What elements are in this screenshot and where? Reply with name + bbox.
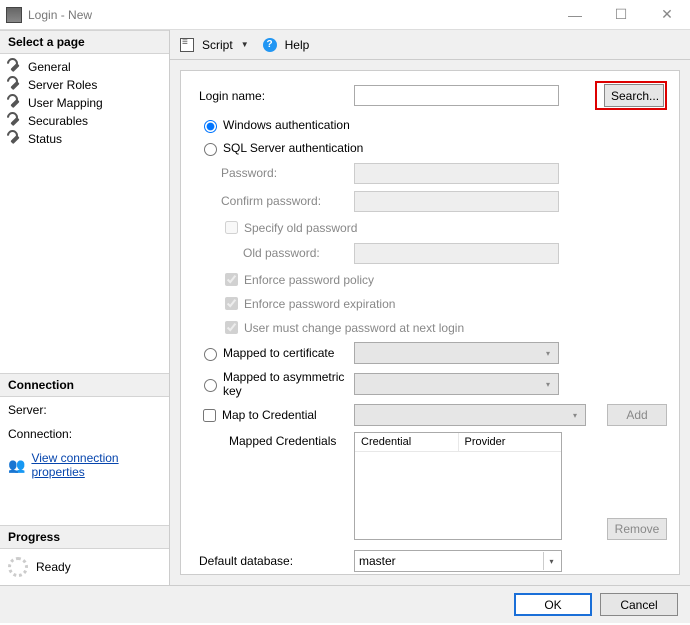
content-toolbar: Script ▼ ? Help <box>170 30 690 60</box>
app-icon <box>6 7 22 23</box>
sidebar-item-label: Securables <box>28 114 88 128</box>
login-name-label: Login name: <box>199 89 354 103</box>
mapped-to-asym-key-radio[interactable]: Mapped to asymmetric key <box>199 370 354 398</box>
chevron-down-icon: ▾ <box>567 406 583 424</box>
password-input <box>354 163 559 184</box>
persons-icon: 👥 <box>8 457 25 474</box>
server-label: Server: <box>8 403 161 417</box>
sidebar-item-server-roles[interactable]: Server Roles <box>0 76 169 94</box>
sql-auth-radio[interactable]: SQL Server authentication <box>199 139 667 157</box>
certificate-combo: ▾ <box>354 342 559 364</box>
sidebar-item-general[interactable]: General <box>0 58 169 76</box>
confirm-password-input <box>354 191 559 212</box>
remove-button: Remove <box>607 518 667 540</box>
script-icon <box>180 38 194 52</box>
add-button: Add <box>607 404 667 426</box>
window-title: Login - New <box>28 8 552 22</box>
sidebar-item-securables[interactable]: Securables <box>0 112 169 130</box>
progress-header: Progress <box>0 525 169 549</box>
progress-status: Ready <box>36 560 71 574</box>
enforce-policy-check: Enforce password policy <box>199 270 667 289</box>
search-highlight: Search... <box>595 81 667 110</box>
wrench-icon <box>8 60 22 74</box>
password-label: Password: <box>199 166 354 180</box>
connection-header: Connection <box>0 373 169 397</box>
help-button[interactable]: Help <box>285 38 310 52</box>
form-area: Login name: Search... Windows authentica… <box>180 70 680 575</box>
wrench-icon <box>8 114 22 128</box>
mapped-credentials-label: Mapped Credentials <box>199 432 354 448</box>
connection-label: Connection: <box>8 427 161 441</box>
default-database-combo[interactable]: master▾ <box>354 550 562 572</box>
provider-column-header: Provider <box>459 433 562 451</box>
ok-button[interactable]: OK <box>514 593 592 616</box>
sidebar: Select a page General Server Roles User … <box>0 30 170 585</box>
asym-key-combo: ▾ <box>354 373 559 395</box>
map-to-credential-check[interactable]: Map to Credential <box>199 406 354 425</box>
windows-auth-radio[interactable]: Windows authentication <box>199 116 667 134</box>
progress-spinner-icon <box>8 557 28 577</box>
sidebar-item-status[interactable]: Status <box>0 130 169 148</box>
specify-old-password-check: Specify old password <box>199 218 667 237</box>
enforce-expiration-check: Enforce password expiration <box>199 294 667 313</box>
mapped-to-certificate-radio[interactable]: Mapped to certificate <box>199 345 354 361</box>
sidebar-item-label: General <box>28 60 71 74</box>
maximize-button[interactable]: ☐ <box>598 0 644 30</box>
dialog-button-bar: OK Cancel <box>0 585 690 623</box>
sidebar-item-label: User Mapping <box>28 96 103 110</box>
minimize-button[interactable]: — <box>552 0 598 30</box>
title-bar: Login - New — ☐ ✕ <box>0 0 690 30</box>
must-change-check: User must change password at next login <box>199 318 667 337</box>
help-icon: ? <box>263 38 277 52</box>
wrench-icon <box>8 78 22 92</box>
credential-combo: ▾ <box>354 404 586 426</box>
wrench-icon <box>8 132 22 146</box>
chevron-down-icon: ▾ <box>540 344 556 362</box>
chevron-down-icon: ▾ <box>540 375 556 393</box>
wrench-icon <box>8 96 22 110</box>
select-page-header: Select a page <box>0 30 169 54</box>
cancel-button[interactable]: Cancel <box>600 593 678 616</box>
old-password-input <box>354 243 559 264</box>
close-button[interactable]: ✕ <box>644 0 690 30</box>
default-database-label: Default database: <box>199 554 354 568</box>
login-name-input[interactable] <box>354 85 559 106</box>
credential-column-header: Credential <box>355 433 459 451</box>
sidebar-item-user-mapping[interactable]: User Mapping <box>0 94 169 112</box>
search-button[interactable]: Search... <box>604 84 664 107</box>
old-password-label: Old password: <box>199 246 354 260</box>
script-dropdown-icon[interactable]: ▼ <box>241 40 249 49</box>
confirm-password-label: Confirm password: <box>199 194 354 208</box>
sidebar-item-label: Server Roles <box>28 78 97 92</box>
mapped-credentials-table[interactable]: Credential Provider <box>354 432 562 540</box>
chevron-down-icon[interactable]: ▾ <box>543 552 559 570</box>
script-button[interactable]: Script <box>202 38 233 52</box>
view-connection-properties[interactable]: 👥 View connection properties <box>8 451 161 479</box>
view-connection-link[interactable]: View connection properties <box>31 451 161 479</box>
sidebar-item-label: Status <box>28 132 62 146</box>
